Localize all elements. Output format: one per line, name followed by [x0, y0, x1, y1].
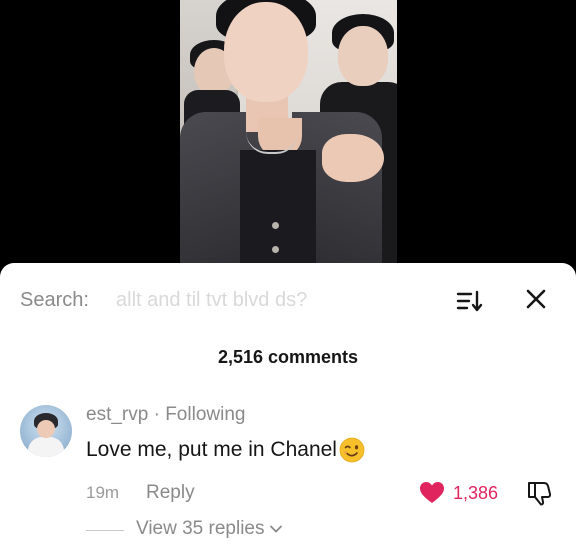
avatar[interactable]: [20, 405, 72, 457]
video-frame: [180, 0, 397, 268]
close-icon[interactable]: [525, 288, 547, 310]
search-label: Search:: [20, 289, 89, 311]
following-status: Following: [165, 404, 246, 425]
comment-count: 2,516 comments: [217, 347, 359, 367]
search-suggestion[interactable]: allt and til tvt blvd ds?: [116, 289, 307, 312]
comment-header: est_rvp · Following: [86, 404, 245, 426]
divider: [86, 530, 124, 531]
view-replies-button[interactable]: View 35 replies: [136, 518, 283, 540]
comment-time: 19m: [86, 483, 120, 502]
view-replies-row[interactable]: View 35 replies: [86, 518, 386, 542]
comment-body: Love me, put me in Chanel: [86, 437, 365, 463]
comment-text: Love me, put me in Chanel: [86, 438, 337, 461]
comments-sheet: Search: allt and til tvt blvd ds? 2,516 …: [0, 263, 576, 555]
comment-search-bar[interactable]: Search: allt and til tvt blvd ds?: [20, 287, 560, 313]
separator-dot: ·: [153, 404, 160, 425]
chevron-down-icon: [269, 525, 282, 533]
like-count: 1,386: [453, 483, 499, 503]
winking-face-emoji-icon: [339, 437, 365, 463]
comment-actions: 19m Reply 1,386: [86, 480, 556, 506]
dislike-icon[interactable]: [526, 480, 552, 506]
reply-button[interactable]: Reply: [146, 482, 195, 504]
video-player[interactable]: [0, 0, 576, 268]
heart-icon[interactable]: [419, 481, 445, 505]
comment-username[interactable]: est_rvp: [86, 404, 148, 425]
view-replies-label: View 35 replies: [136, 518, 265, 539]
sort-icon[interactable]: [456, 289, 484, 313]
